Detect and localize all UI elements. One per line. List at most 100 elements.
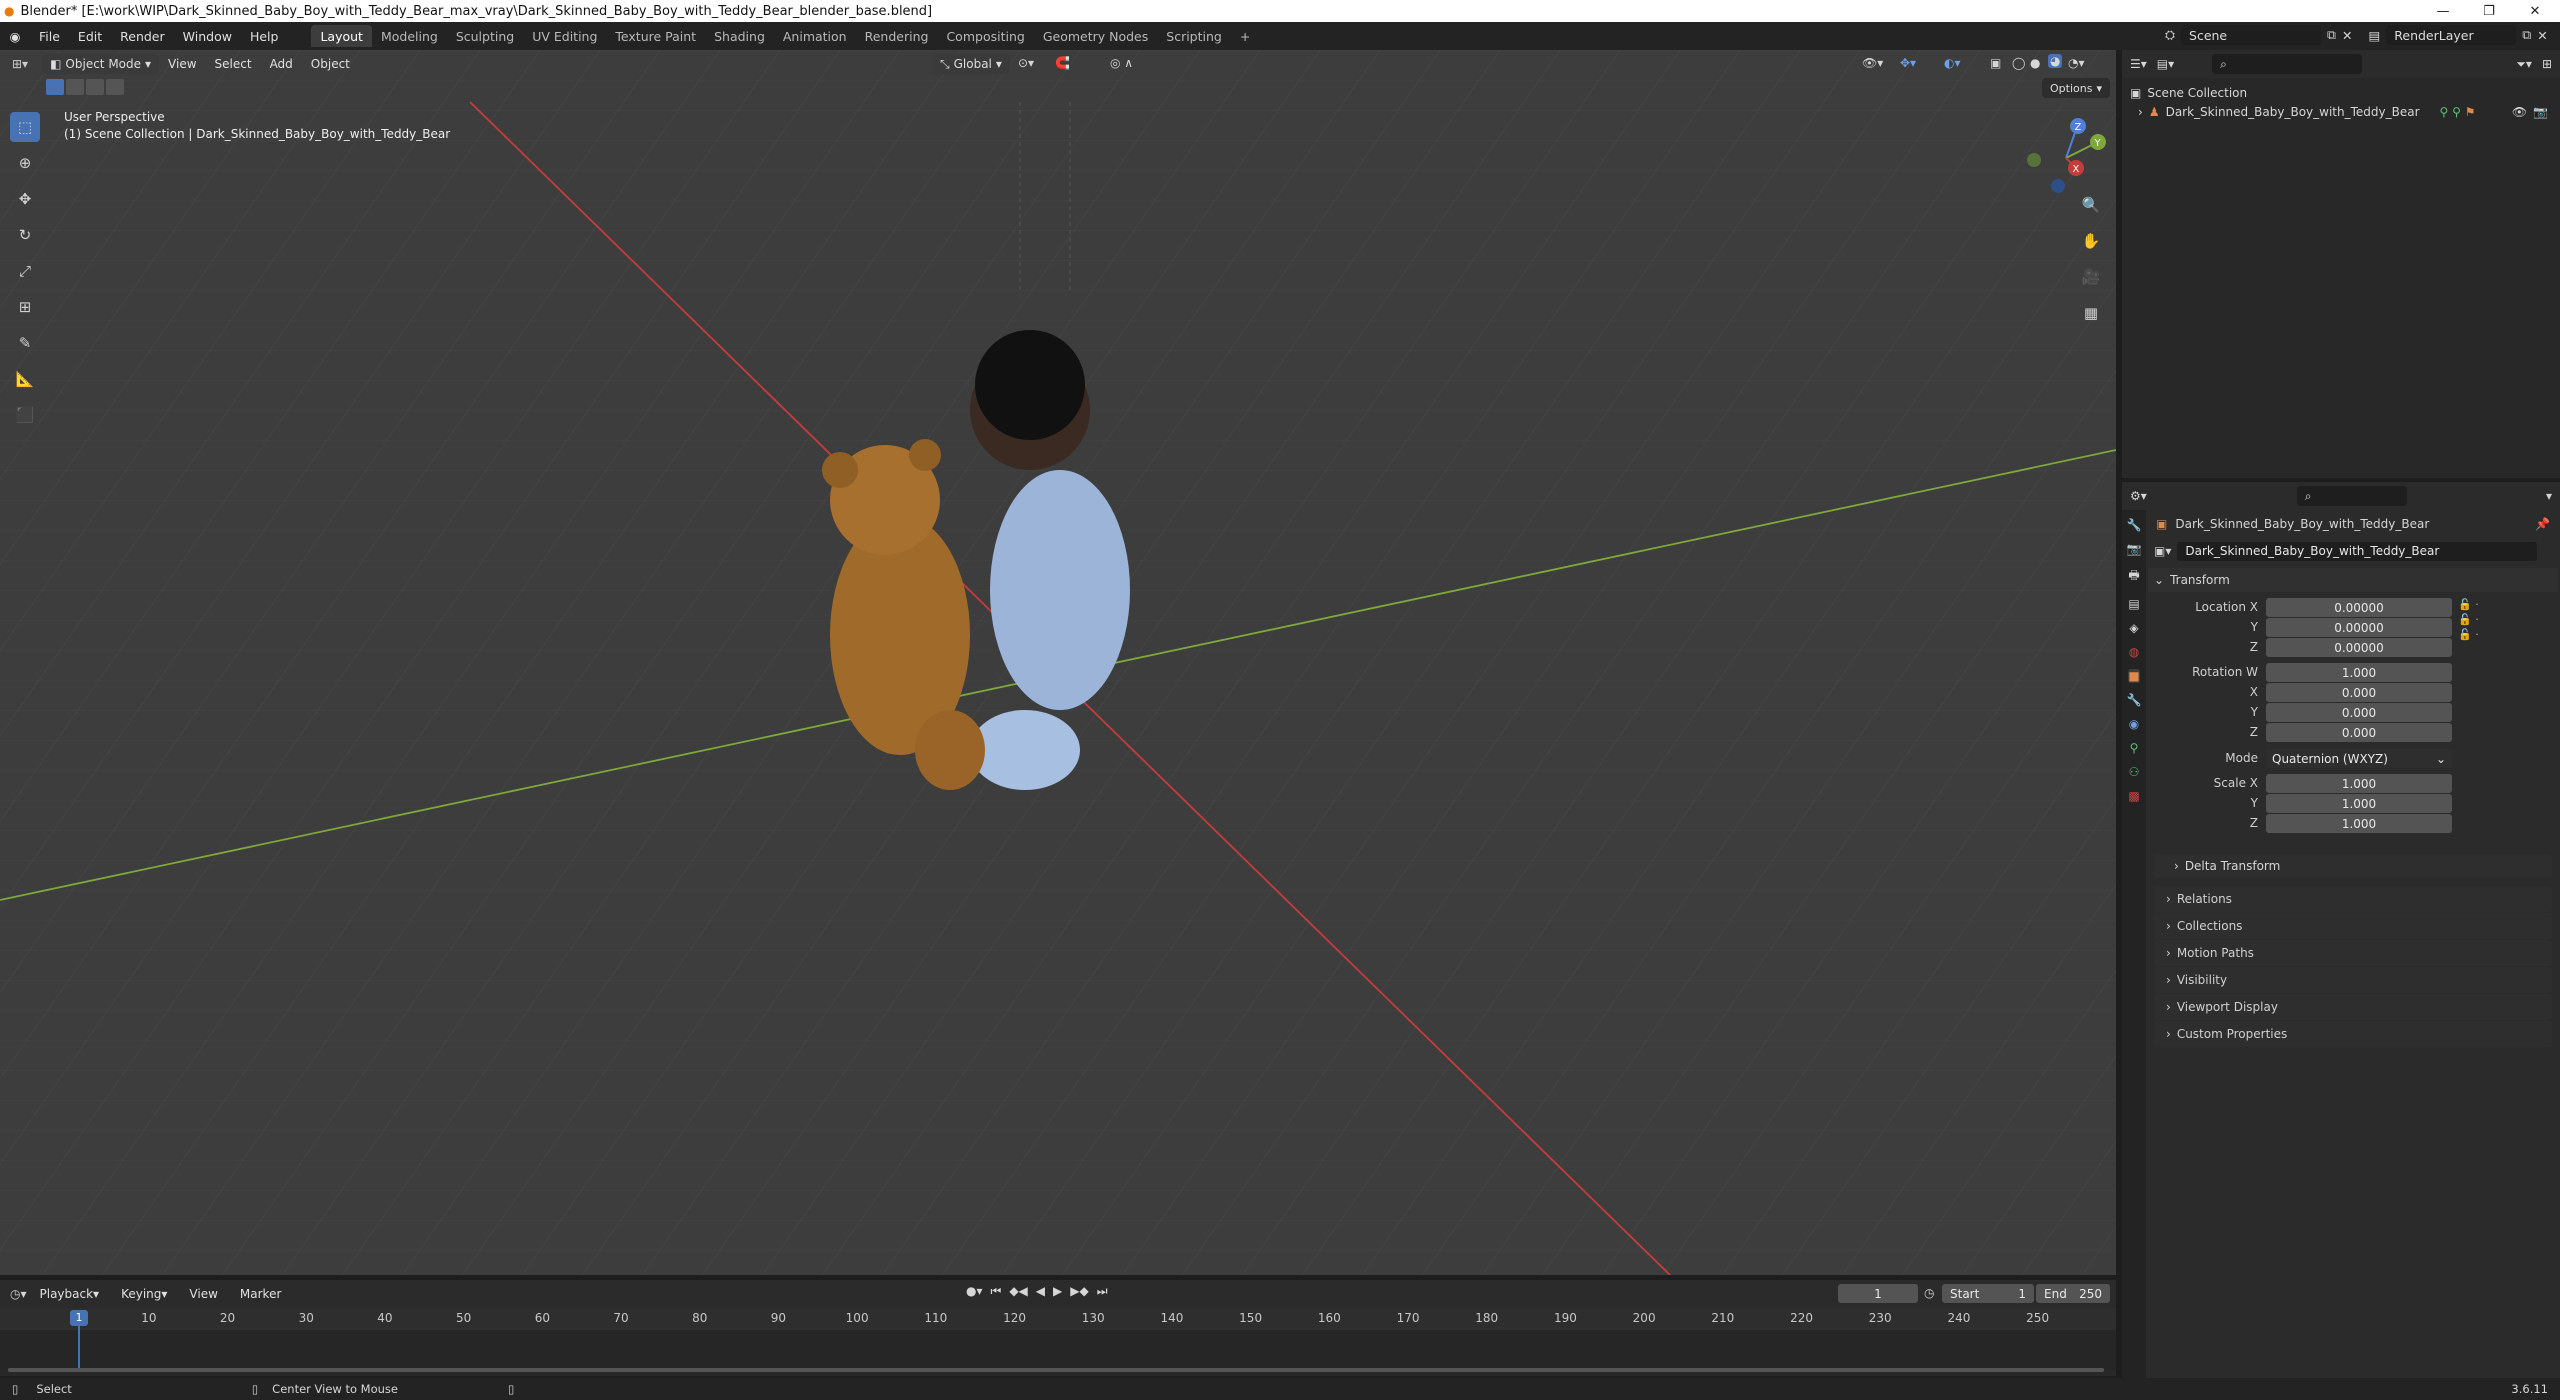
menu-edit[interactable]: Edit [69, 22, 111, 50]
selection-mode-toggles[interactable] [46, 79, 124, 95]
scale-y-field[interactable]: 1.000 [2266, 794, 2452, 813]
render-layer-icon[interactable]: ▤ [2368, 28, 2380, 43]
new-scene-icon[interactable]: ⧉ [2327, 27, 2336, 43]
tab-shading[interactable]: Shading [705, 25, 774, 47]
properties-editor-icon[interactable]: ⚙▾ [2130, 489, 2147, 503]
xray-icon[interactable]: ▣ [1990, 56, 2001, 70]
texture-tab-icon[interactable]: ▩ [2128, 789, 2139, 803]
object-tab-icon[interactable]: ■ [2128, 669, 2140, 683]
outliner-root[interactable]: ▣ Scene Collection [2130, 84, 2552, 102]
eye-icon[interactable]: 👁 [2512, 105, 2527, 119]
rotation-y-field[interactable]: 0.000 [2266, 703, 2452, 722]
tab-geometry-nodes[interactable]: Geometry Nodes [1034, 25, 1157, 47]
object-type-icon[interactable]: ▣▾ [2154, 544, 2171, 558]
proportional-edit-icon[interactable]: ◎ ∧ [1110, 56, 1133, 70]
menu-window[interactable]: Window [174, 22, 241, 50]
outliner-item[interactable]: › ♟ Dark_Skinned_Baby_Boy_with_Teddy_Bea… [2130, 102, 2552, 122]
visibility-icon[interactable]: 👁▾ [1862, 56, 1883, 70]
options-dropdown[interactable]: Options ▾ [2042, 78, 2110, 98]
add-cube-tool-icon[interactable]: ⬛ [10, 400, 40, 430]
pan-hand-icon[interactable]: ✋ [2076, 226, 2106, 256]
select-difference-icon[interactable] [106, 79, 124, 95]
scene-selector[interactable]: Scene [2181, 25, 2322, 45]
viewport-menu-object[interactable]: Object [302, 54, 359, 74]
start-frame-field[interactable]: Start 1 [1942, 1284, 2034, 1303]
snap-icon[interactable]: 🧲 [1055, 56, 1070, 70]
cursor-tool-icon[interactable]: ⊕ [10, 148, 40, 178]
timeline-menu-keying[interactable]: Keying ▾ [112, 1284, 176, 1304]
scale-x-field[interactable]: 1.000 [2266, 774, 2452, 793]
rotation-w-field[interactable]: 1.000 [2266, 663, 2452, 682]
render-layer-selector[interactable]: RenderLayer [2386, 25, 2517, 45]
delete-layer-icon[interactable]: ✕ [2537, 28, 2547, 43]
select-subtract-icon[interactable] [86, 79, 104, 95]
rotation-z-field[interactable]: 0.000 [2266, 723, 2452, 742]
render-tab-icon[interactable]: 📷 [2127, 542, 2142, 556]
tab-sculpting[interactable]: Sculpting [447, 25, 523, 47]
menu-file[interactable]: File [30, 22, 69, 50]
move-tool-icon[interactable]: ✥ [10, 184, 40, 214]
tab-compositing[interactable]: Compositing [937, 25, 1033, 47]
options-chevron-icon[interactable]: ▾ [2546, 489, 2552, 503]
location-z-field[interactable]: 0.00000 [2266, 638, 2452, 657]
camera-render-icon[interactable]: 📷 [2533, 105, 2548, 119]
current-frame-field[interactable]: 1 [1838, 1284, 1918, 1303]
timeline-scrollbar[interactable] [8, 1368, 2104, 1372]
lock-icon[interactable]: 🔓 · [2458, 628, 2479, 641]
viewport-menu-select[interactable]: Select [206, 54, 261, 74]
menu-help[interactable]: Help [241, 22, 288, 50]
viewport-3d[interactable]: ⊞▾ ◧ Object Mode ▾ View Select Add Object… [0, 50, 2116, 1275]
visibility-panel[interactable]: › Visibility [2154, 967, 2552, 993]
lock-icon[interactable]: 🔓 · [2458, 613, 2479, 626]
scene-icon[interactable]: ⛭ [2165, 27, 2175, 43]
jump-start-icon[interactable]: ⏮ [991, 1284, 1002, 1299]
menu-render[interactable]: Render [111, 22, 174, 50]
tool-tab-icon[interactable]: 🔧 [2127, 518, 2142, 532]
outliner-search-input[interactable]: ⌕ [2212, 54, 2363, 74]
viewport-menu-view[interactable]: View [159, 54, 205, 74]
shading-material-icon[interactable]: ◕ [2048, 54, 2063, 68]
tab-texture-paint[interactable]: Texture Paint [606, 25, 705, 47]
filter-icon[interactable]: ⏷▾ [2516, 57, 2532, 72]
annotate-tool-icon[interactable]: ✎ [10, 328, 40, 358]
data-tab-icon[interactable]: ⚇ [2129, 765, 2140, 779]
select-new-icon[interactable] [46, 79, 64, 95]
timeline-menu-playback[interactable]: Playback ▾ [31, 1284, 109, 1304]
tab-layout[interactable]: Layout [311, 25, 372, 47]
next-keyframe-icon[interactable]: ▶◆ [1070, 1284, 1088, 1299]
minimize-icon[interactable]: — [2420, 0, 2466, 22]
delete-scene-icon[interactable]: ✕ [2342, 28, 2352, 43]
close-icon[interactable]: ✕ [2512, 0, 2558, 22]
editor-type-icon[interactable]: ⊞▾ [12, 57, 28, 71]
lock-icon[interactable]: 🔓 · [2458, 598, 2479, 611]
output-tab-icon[interactable]: 🖶 [2128, 566, 2139, 587]
camera-view-icon[interactable]: 🎥 [2076, 262, 2106, 292]
select-extend-icon[interactable] [66, 79, 84, 95]
blender-menu-icon[interactable]: ◉ [0, 29, 30, 44]
shading-wireframe-icon[interactable]: ◯ [2012, 56, 2025, 70]
pin-icon[interactable]: 📌 [2535, 517, 2550, 531]
timeline-editor-icon[interactable]: ◷▾ [10, 1287, 27, 1301]
display-mode-icon[interactable]: ▤▾ [2157, 57, 2174, 71]
world-tab-icon[interactable]: ◍ [2129, 645, 2139, 659]
rotation-mode-dropdown[interactable]: Quaternion (WXYZ) ⌄ [2266, 749, 2452, 768]
timeline-track-area[interactable] [0, 1330, 2116, 1370]
new-layer-icon[interactable]: ⧉ [2522, 27, 2531, 43]
viewport-display-panel[interactable]: › Viewport Display [2154, 994, 2552, 1020]
shading-solid-icon[interactable]: ● [2030, 56, 2040, 70]
jump-end-icon[interactable]: ⏭ [1097, 1284, 1108, 1299]
measure-tool-icon[interactable]: 📐 [10, 364, 40, 394]
outliner-editor-icon[interactable]: ☰▾ [2130, 57, 2147, 71]
prev-keyframe-icon[interactable]: ◆◀ [1009, 1284, 1027, 1299]
tab-scripting[interactable]: Scripting [1157, 25, 1231, 47]
maximize-icon[interactable]: ❐ [2466, 0, 2512, 22]
rotate-tool-icon[interactable]: ↻ [10, 220, 40, 250]
location-x-field[interactable]: 0.00000 [2266, 598, 2452, 617]
relations-panel[interactable]: › Relations [2154, 886, 2552, 912]
play-icon[interactable]: ▶ [1053, 1284, 1062, 1299]
transform-orientation-dropdown[interactable]: ⤡ Global ▾ [932, 54, 1010, 74]
tab-rendering[interactable]: Rendering [856, 25, 938, 47]
play-reverse-icon[interactable]: ◀ [1036, 1284, 1045, 1299]
tab-animation[interactable]: Animation [774, 25, 856, 47]
location-y-field[interactable]: 0.00000 [2266, 618, 2452, 637]
